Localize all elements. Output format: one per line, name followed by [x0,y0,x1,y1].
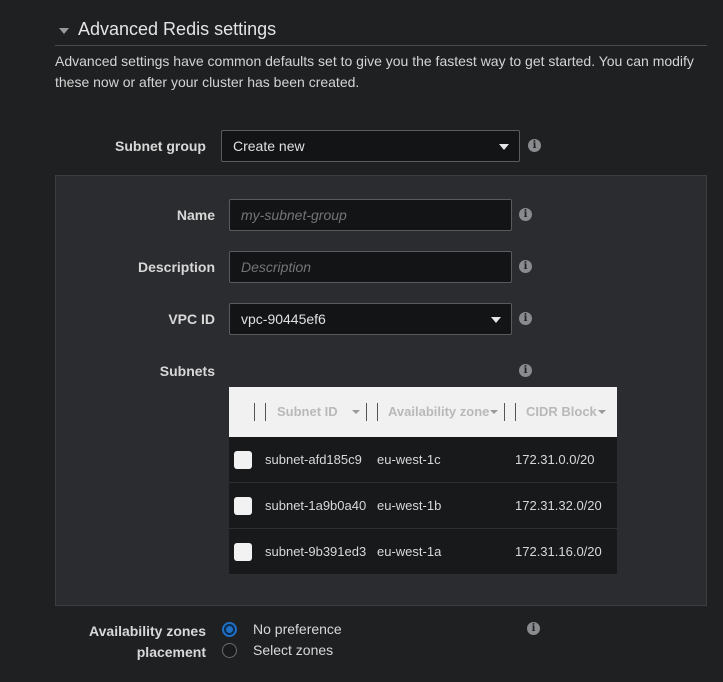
column-divider [254,403,255,421]
no-preference-label[interactable]: No preference [253,621,342,637]
column-divider [515,403,516,421]
section-header[interactable]: Advanced Redis settings [55,16,707,46]
column-header-availability-zone[interactable]: Availability zone [388,404,489,419]
subnet-group-select[interactable]: Create new [221,130,520,162]
description-input[interactable] [229,251,512,283]
column-divider [504,403,505,421]
placement-label: Availability zones placement [60,621,206,663]
chevron-down-icon [491,317,501,323]
subnet-group-value: Create new [233,138,305,154]
subnet-id-cell: subnet-1a9b0a40 [265,498,367,513]
column-divider [265,403,266,421]
info-icon[interactable]: i [519,364,532,377]
info-icon[interactable]: i [519,208,532,221]
row-checkbox[interactable] [234,451,252,469]
info-icon[interactable]: i [519,260,532,273]
row-checkbox[interactable] [234,543,252,561]
table-row[interactable]: subnet-9b391ed3 eu-west-1a 172.31.16.0/2… [229,529,617,575]
subnet-id-cell: subnet-9b391ed3 [265,544,367,559]
caret-down-icon[interactable] [59,28,69,34]
info-icon[interactable]: i [528,139,541,152]
sort-icon[interactable] [352,410,360,414]
row-checkbox[interactable] [234,497,252,515]
subnet-group-label: Subnet group [115,138,206,154]
info-icon[interactable]: i [519,312,532,325]
section-title: Advanced Redis settings [78,19,277,39]
column-divider [366,403,367,421]
subnets-label: Subnets [159,363,215,379]
placement-label-line2: placement [136,644,206,660]
cidr-cell: 172.31.0.0/20 [515,452,595,467]
name-label: Name [176,207,215,223]
table-row[interactable]: subnet-1a9b0a40 eu-west-1b 172.31.32.0/2… [229,483,617,529]
subnets-table: Subnet ID Availability zone CIDR Block s… [229,387,617,576]
info-icon[interactable]: i [527,622,540,635]
table-row[interactable]: subnet-afd185c9 eu-west-1c 172.31.0.0/20 [229,437,617,483]
sort-icon[interactable] [490,410,498,414]
placement-label-line1: Availability zones [89,623,206,639]
radio-select-zones[interactable] [222,643,237,658]
cidr-cell: 172.31.16.0/20 [515,544,602,559]
radio-no-preference[interactable] [222,622,237,637]
chevron-down-icon [499,144,509,150]
column-divider [377,403,378,421]
table-header: Subnet ID Availability zone CIDR Block [229,387,617,437]
subnet-id-cell: subnet-afd185c9 [265,452,362,467]
zone-cell: eu-west-1b [377,498,442,513]
column-header-cidr-block[interactable]: CIDR Block [526,404,597,419]
section-intro: Advanced settings have common defaults s… [55,53,694,90]
sort-icon[interactable] [598,410,606,414]
name-input[interactable] [229,199,512,231]
zone-cell: eu-west-1a [377,544,442,559]
vpc-id-label: VPC ID [168,311,215,327]
description-label: Description [137,259,215,275]
column-header-subnet-id[interactable]: Subnet ID [277,404,338,419]
vpc-id-value: vpc-90445ef6 [241,311,326,327]
vpc-id-select[interactable]: vpc-90445ef6 [229,303,512,335]
select-zones-label[interactable]: Select zones [253,642,333,658]
zone-cell: eu-west-1c [377,452,441,467]
cidr-cell: 172.31.32.0/20 [515,498,602,513]
